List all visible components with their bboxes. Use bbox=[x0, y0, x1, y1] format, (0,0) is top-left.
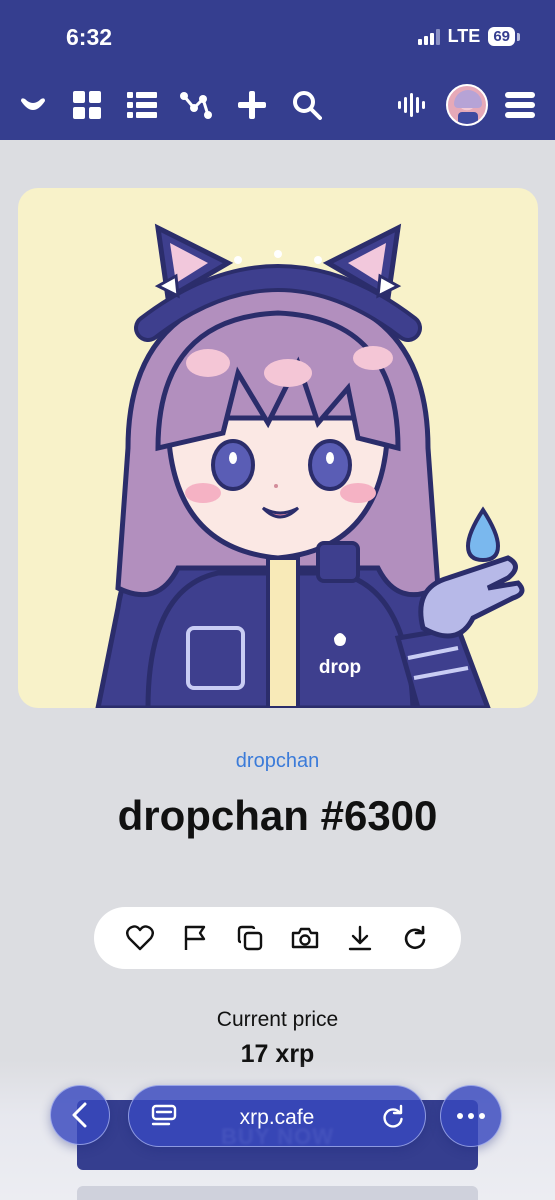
battery-icon: 69 bbox=[488, 27, 520, 46]
reload-icon[interactable] bbox=[381, 1104, 405, 1130]
grid-icon[interactable] bbox=[70, 88, 104, 122]
menu-icon[interactable] bbox=[503, 88, 537, 122]
collection-link[interactable]: dropchan bbox=[0, 750, 555, 773]
plus-icon[interactable] bbox=[235, 88, 269, 122]
top-bar: 6:32 LTE 69 bbox=[0, 0, 555, 140]
search-icon[interactable] bbox=[290, 88, 324, 122]
activity-icon[interactable] bbox=[179, 88, 213, 122]
nft-title: dropchan #6300 bbox=[117, 792, 438, 839]
back-button[interactable] bbox=[50, 1085, 110, 1145]
chevron-left-icon bbox=[72, 1102, 87, 1128]
audio-icon[interactable] bbox=[395, 88, 429, 122]
copy-icon[interactable] bbox=[235, 923, 265, 953]
heart-icon[interactable] bbox=[125, 923, 155, 953]
logo-icon[interactable] bbox=[16, 88, 50, 122]
address-bar[interactable]: xrp.cafe bbox=[128, 1085, 426, 1147]
refresh-icon[interactable] bbox=[400, 923, 430, 953]
network-label: LTE bbox=[447, 26, 481, 46]
list-icon[interactable] bbox=[125, 88, 159, 122]
action-bar bbox=[94, 907, 461, 969]
status-indicators: LTE 69 bbox=[417, 26, 520, 47]
jacket-text: drop bbox=[319, 657, 361, 678]
flag-icon[interactable] bbox=[180, 923, 210, 953]
ellipsis-icon bbox=[457, 1113, 485, 1119]
more-button[interactable] bbox=[440, 1085, 502, 1147]
status-time: 6:32 bbox=[66, 24, 113, 50]
price-label: Current price bbox=[216, 1008, 339, 1031]
camera-icon[interactable] bbox=[290, 923, 320, 953]
nft-artwork[interactable]: drop bbox=[18, 188, 538, 708]
avatar[interactable] bbox=[446, 84, 488, 126]
download-icon[interactable] bbox=[345, 923, 375, 953]
signal-icon bbox=[417, 28, 440, 45]
next-section-edge bbox=[77, 1186, 478, 1200]
